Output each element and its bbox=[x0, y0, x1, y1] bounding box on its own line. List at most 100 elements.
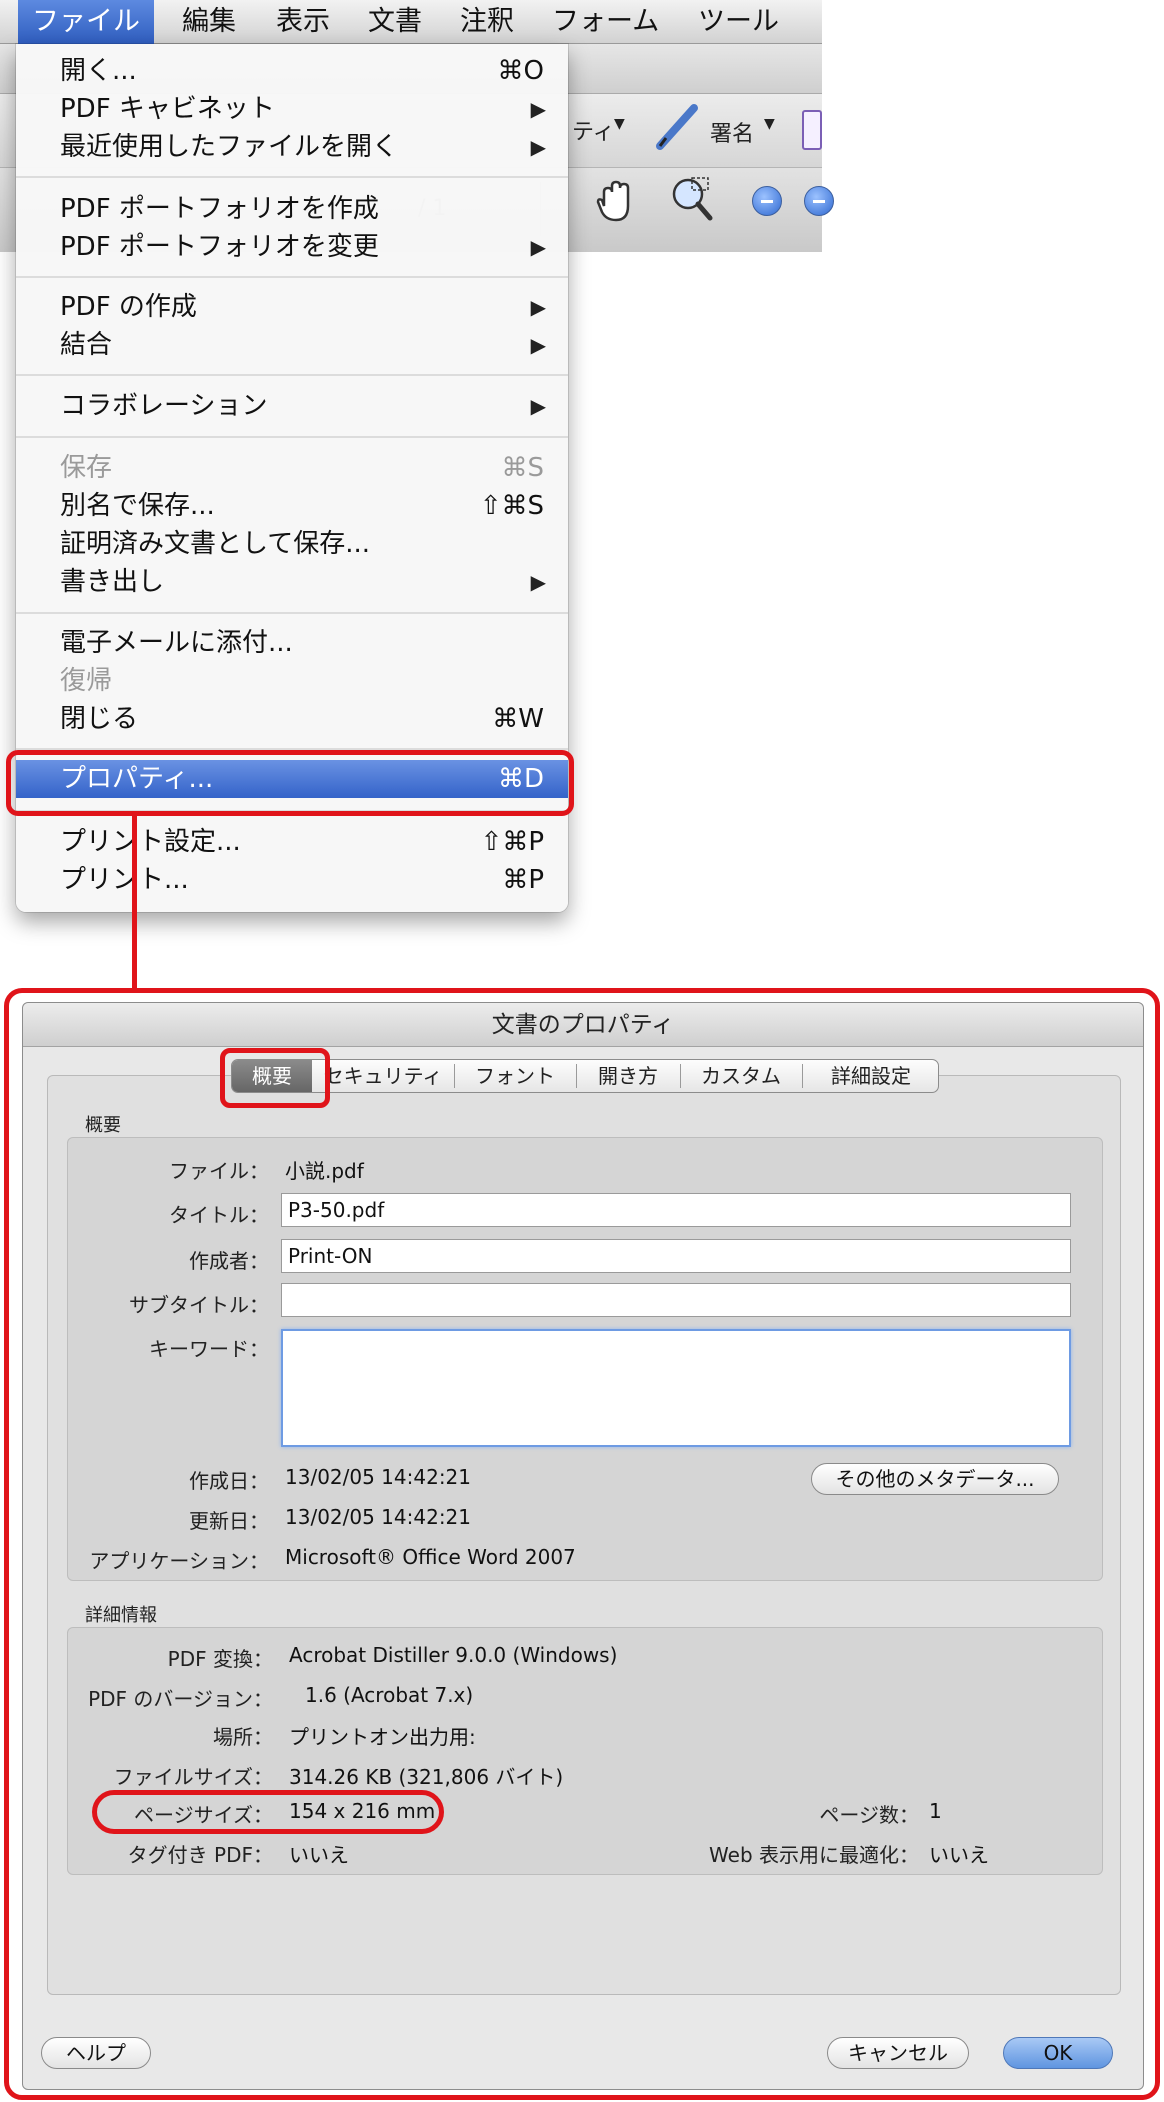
pen-icon[interactable] bbox=[652, 100, 702, 154]
document-properties-dialog: 文書のプロパティ 概要 セキュリティ フォント 開き方 カスタム 詳細設定 概要… bbox=[22, 1002, 1144, 2090]
menu-item-open[interactable]: 開く... ⌘O bbox=[16, 52, 568, 90]
submenu-arrow-icon: ▶ bbox=[530, 394, 546, 418]
menu-comments[interactable]: 注釈 bbox=[446, 0, 528, 44]
tab-custom[interactable]: カスタム bbox=[682, 1060, 800, 1092]
submenu-arrow-icon: ▶ bbox=[530, 235, 546, 259]
sign-label[interactable]: 署名 bbox=[710, 116, 754, 148]
tab-fonts[interactable]: フォント bbox=[456, 1060, 574, 1092]
help-button[interactable]: ヘルプ bbox=[41, 2037, 151, 2069]
tagged-pdf-value: いいえ bbox=[289, 1843, 349, 1867]
menu-item-label: プリント... bbox=[60, 865, 189, 895]
shortcut-label: ⇧⌘S bbox=[479, 491, 544, 521]
more-metadata-button[interactable]: その他のメタデータ... bbox=[811, 1463, 1059, 1495]
shortcut-label: ⌘P bbox=[502, 865, 544, 895]
dropdown-arrow-icon[interactable]: ▼ bbox=[764, 116, 775, 132]
menu-view[interactable]: 表示 bbox=[262, 0, 344, 44]
application-value: Microsoft® Office Word 2007 bbox=[285, 1545, 576, 1569]
menu-item-label: 電子メールに添付... bbox=[60, 628, 293, 658]
pdf-version-label: PDF のバージョン： bbox=[88, 1687, 273, 1711]
menu-item-pdf-cabinet[interactable]: PDF キャビネット ▶ bbox=[16, 90, 568, 128]
menu-item-combine[interactable]: 結合 ▶ bbox=[16, 326, 568, 364]
tab-security[interactable]: セキュリティ bbox=[314, 1060, 452, 1092]
location-value: プリントオン出力用: bbox=[289, 1725, 476, 1749]
zoom-marquee-icon[interactable] bbox=[668, 174, 714, 226]
menu-item-label: コラボレーション bbox=[60, 391, 268, 421]
submenu-arrow-icon: ▶ bbox=[530, 570, 546, 594]
menu-tools[interactable]: ツール bbox=[684, 0, 793, 44]
subtitle-label: サブタイトル： bbox=[129, 1293, 269, 1317]
menu-separator bbox=[16, 176, 568, 178]
location-label: 場所： bbox=[213, 1725, 273, 1749]
highlight-connector-line bbox=[132, 814, 137, 992]
menu-item-open-recent[interactable]: 最近使用したファイルを開く ▶ bbox=[16, 128, 568, 166]
menu-item-print[interactable]: プリント... ⌘P bbox=[16, 861, 568, 899]
menu-item-export[interactable]: 書き出し ▶ bbox=[16, 563, 568, 601]
menu-forms[interactable]: フォーム bbox=[538, 0, 673, 44]
cancel-button[interactable]: キャンセル bbox=[827, 2037, 969, 2069]
highlight-page-size bbox=[92, 1790, 444, 1834]
zoom-out-icon[interactable] bbox=[752, 186, 782, 216]
file-value: 小説.pdf bbox=[285, 1159, 364, 1183]
tab-separator bbox=[802, 1064, 803, 1088]
menu-item-attach-email[interactable]: 電子メールに添付... bbox=[16, 624, 568, 662]
keywords-label: キーワード： bbox=[149, 1337, 269, 1361]
modified-label: 更新日： bbox=[189, 1509, 269, 1533]
subtitle-field[interactable] bbox=[281, 1283, 1071, 1317]
group-label-description: 概要 bbox=[85, 1115, 121, 1136]
menu-item-create-pdf[interactable]: PDF の作成 ▶ bbox=[16, 288, 568, 326]
zoom-in-icon[interactable] bbox=[804, 186, 834, 216]
menu-item-save: 保存 ⌘S bbox=[16, 449, 568, 487]
menu-item-collaboration[interactable]: コラボレーション ▶ bbox=[16, 387, 568, 425]
fast-web-view-value: いいえ bbox=[929, 1843, 989, 1867]
author-field[interactable]: Print-ON bbox=[281, 1239, 1071, 1273]
pdf-producer-label: PDF 変換： bbox=[167, 1647, 273, 1671]
tab-initial-view[interactable]: 開き方 bbox=[578, 1060, 678, 1092]
submenu-arrow-icon: ▶ bbox=[530, 97, 546, 121]
fast-web-view-label: Web 表示用に最適化： bbox=[709, 1843, 919, 1867]
menu-item-print-setup[interactable]: プリント設定... ⇧⌘P bbox=[16, 823, 568, 861]
menu-item-save-certified[interactable]: 証明済み文書として保存... bbox=[16, 525, 568, 563]
file-label: ファイル： bbox=[169, 1159, 269, 1183]
shortcut-label: ⌘W bbox=[492, 704, 544, 734]
dropdown-arrow-icon[interactable]: ▼ bbox=[614, 116, 625, 132]
toolbar-partial-label: ティ bbox=[572, 120, 615, 145]
menu-document[interactable]: 文書 bbox=[354, 0, 436, 44]
menu-item-save-as[interactable]: 別名で保存... ⇧⌘S bbox=[16, 487, 568, 525]
ok-button[interactable]: OK bbox=[1003, 2037, 1113, 2069]
menu-file[interactable]: ファイル bbox=[18, 0, 154, 44]
highlight-properties-menu-item bbox=[6, 750, 574, 816]
menu-item-create-portfolio[interactable]: PDF ポートフォリオを作成 bbox=[16, 190, 568, 228]
file-size-label: ファイルサイズ： bbox=[113, 1765, 273, 1789]
file-size-value: 314.26 KB (321,806 バイト) bbox=[289, 1765, 564, 1789]
shortcut-label: ⌘S bbox=[501, 453, 544, 483]
hand-tool-icon[interactable] bbox=[594, 176, 638, 226]
menu-item-label: 復帰 bbox=[60, 666, 113, 696]
menu-edit[interactable]: 編集 bbox=[168, 0, 250, 44]
pdf-producer-value: Acrobat Distiller 9.0.0 (Windows) bbox=[289, 1643, 618, 1667]
menu-item-label: 書き出し bbox=[60, 567, 165, 597]
menu-item-modify-portfolio[interactable]: PDF ポートフォリオを変更 ▶ bbox=[16, 228, 568, 266]
submenu-arrow-icon: ▶ bbox=[530, 135, 546, 159]
menu-item-close[interactable]: 閉じる ⌘W bbox=[16, 700, 568, 738]
created-value: 13/02/05 14:42:21 bbox=[285, 1465, 472, 1489]
tab-advanced[interactable]: 詳細設定 bbox=[804, 1060, 938, 1092]
submenu-arrow-icon: ▶ bbox=[530, 333, 546, 357]
form-icon[interactable] bbox=[802, 110, 822, 150]
tab-separator bbox=[454, 1064, 455, 1088]
title-field[interactable]: P3-50.pdf bbox=[281, 1193, 1071, 1227]
title-label: タイトル： bbox=[169, 1203, 269, 1227]
menu-item-label: 証明済み文書として保存... bbox=[60, 529, 371, 559]
menu-separator bbox=[16, 612, 568, 614]
menu-item-label: 結合 bbox=[60, 330, 113, 360]
menu-item-label: 別名で保存... bbox=[60, 491, 215, 521]
menu-separator bbox=[16, 374, 568, 376]
menu-separator bbox=[16, 436, 568, 438]
menu-item-label: 閉じる bbox=[60, 704, 139, 734]
tab-bar: 概要 セキュリティ フォント 開き方 カスタム 詳細設定 bbox=[231, 1059, 939, 1093]
page-count-label: ページ数： bbox=[819, 1803, 919, 1827]
menu-separator bbox=[16, 276, 568, 278]
keywords-field[interactable] bbox=[281, 1329, 1071, 1447]
menu-item-revert: 復帰 bbox=[16, 662, 568, 700]
author-label: 作成者： bbox=[189, 1249, 269, 1273]
tab-separator bbox=[680, 1064, 681, 1088]
